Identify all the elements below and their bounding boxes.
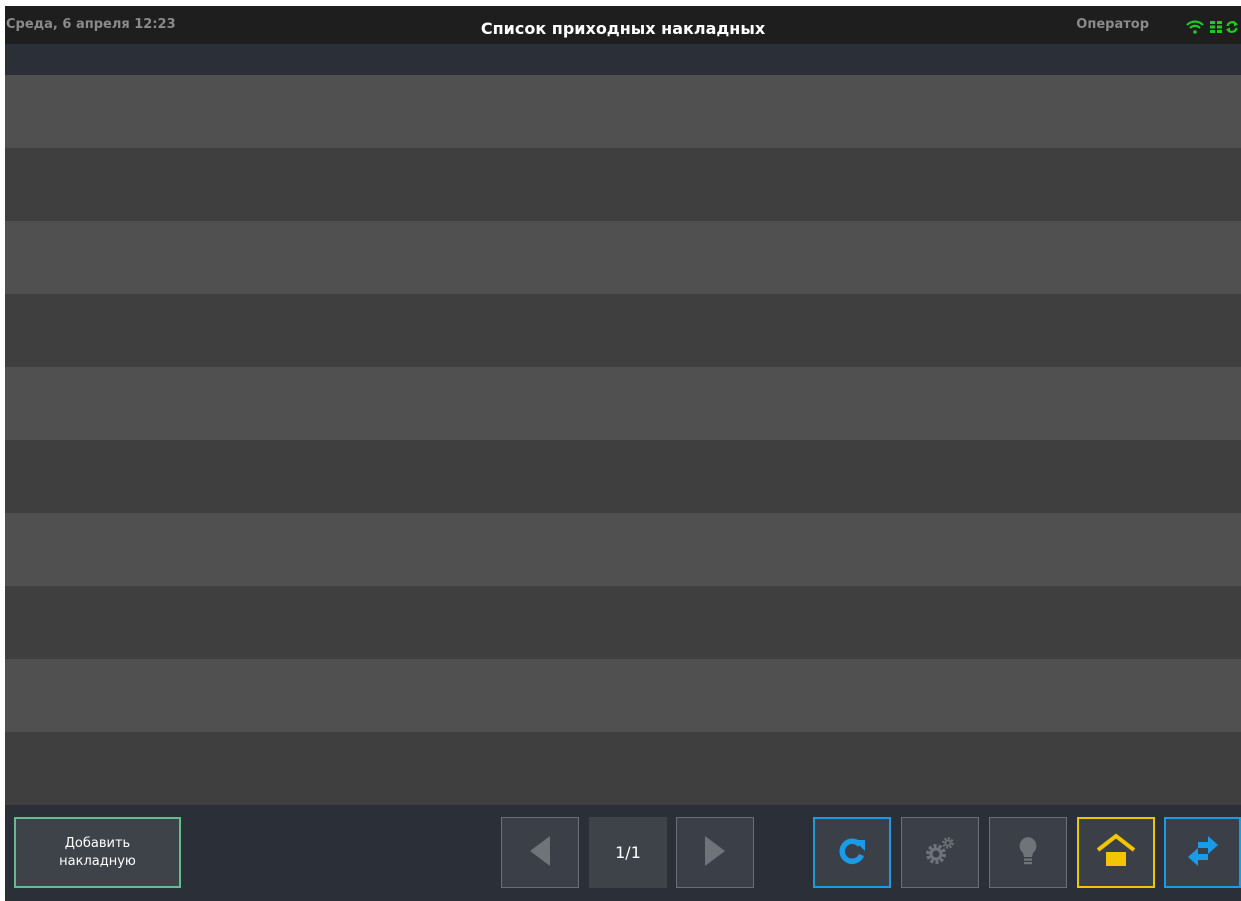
- app-window: Среда, 6 апреля 12:23 Список приходных н…: [5, 6, 1241, 901]
- invoice-list: [5, 75, 1241, 805]
- list-row[interactable]: [5, 513, 1241, 586]
- prev-page-button[interactable]: [501, 817, 579, 888]
- prev-arrow-icon: [528, 835, 552, 871]
- list-row[interactable]: [5, 367, 1241, 440]
- list-row[interactable]: [5, 659, 1241, 732]
- list-row[interactable]: [5, 148, 1241, 221]
- list-row[interactable]: [5, 732, 1241, 805]
- refresh-button[interactable]: [813, 817, 891, 888]
- add-invoice-label-line1: Добавить: [64, 835, 131, 851]
- bottom-toolbar: Добавить накладную 1/1: [5, 806, 1241, 901]
- next-arrow-icon: [703, 835, 727, 871]
- home-button[interactable]: [1077, 817, 1155, 888]
- list-header-strip: [5, 44, 1241, 75]
- list-row[interactable]: [5, 440, 1241, 513]
- operator-label: Оператор: [1076, 17, 1149, 32]
- list-row[interactable]: [5, 586, 1241, 659]
- sync-icon: [1225, 19, 1239, 38]
- list-row[interactable]: [5, 221, 1241, 294]
- list-row[interactable]: [5, 75, 1241, 148]
- next-page-button[interactable]: [676, 817, 754, 888]
- lightbulb-icon: [1017, 835, 1039, 871]
- top-status-bar: Среда, 6 апреля 12:23 Список приходных н…: [5, 6, 1241, 44]
- wifi-icon: [1186, 19, 1204, 38]
- swap-icon: [1186, 834, 1220, 872]
- settings-button[interactable]: [901, 817, 979, 888]
- page-indicator: 1/1: [589, 817, 667, 888]
- add-invoice-label: Добавить накладную: [59, 835, 136, 871]
- page-title: Список приходных накладных: [480, 19, 766, 38]
- refresh-icon: [837, 836, 867, 870]
- gears-icon: [923, 835, 957, 871]
- hint-button[interactable]: [989, 817, 1067, 888]
- list-row[interactable]: [5, 294, 1241, 367]
- add-invoice-button[interactable]: Добавить накладную: [14, 817, 181, 888]
- add-invoice-label-line2: накладную: [59, 853, 136, 869]
- switch-button[interactable]: [1164, 817, 1241, 888]
- server-icon: [1209, 19, 1223, 38]
- home-icon: [1095, 832, 1137, 873]
